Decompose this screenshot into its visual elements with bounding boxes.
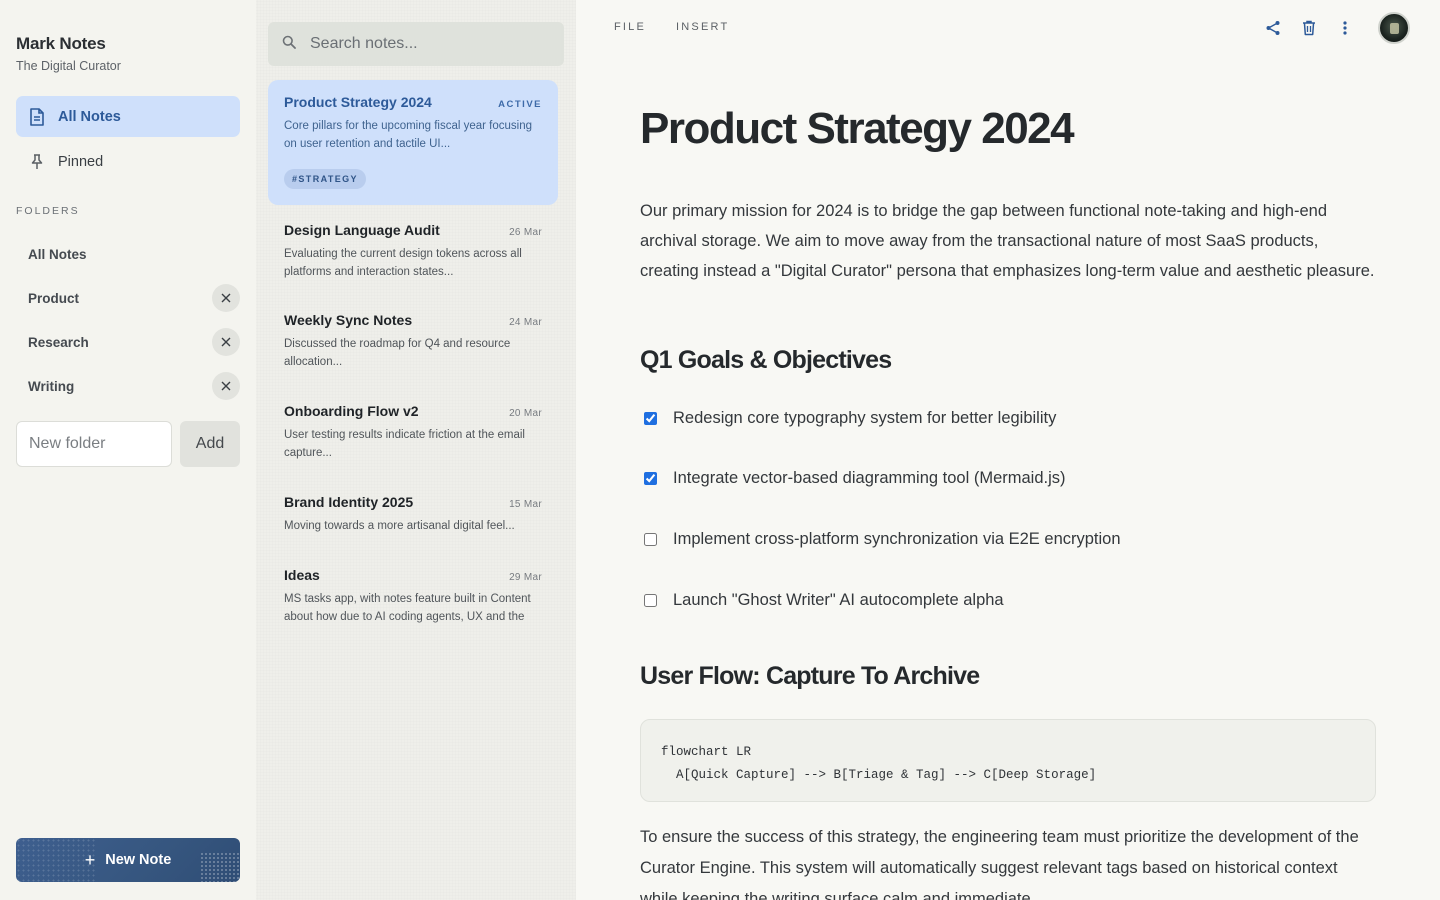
nav-pinned[interactable]: Pinned [16,141,240,182]
status-badge: ACTIVE [498,99,542,110]
task-item[interactable]: Launch "Ghost Writer" AI autocomplete al… [640,591,1004,610]
note-card[interactable]: Brand Identity 2025 15 Mar Moving toward… [268,494,558,536]
note-tag[interactable]: #STRATEGY [284,169,366,189]
task-checkbox[interactable] [644,533,657,546]
sidebar: Mark Notes The Digital Curator All Notes… [0,0,256,900]
document-intro[interactable]: Our primary mission for 2024 is to bridg… [640,196,1380,286]
note-title: Onboarding Flow v2 [284,403,419,419]
search-bar[interactable] [268,22,564,66]
folder-all-notes[interactable]: All Notes [16,238,240,270]
task-item[interactable]: Redesign core typography system for bett… [640,409,1056,428]
task-item[interactable]: Integrate vector-based diagramming tool … [640,469,1066,488]
note-card-active[interactable]: Product Strategy 2024 ACTIVE Core pillar… [268,80,558,205]
menu-file[interactable]: FILE [614,21,646,33]
app-subtitle: The Digital Curator [16,59,121,73]
note-card[interactable]: Onboarding Flow v2 20 Mar User testing r… [268,403,558,462]
close-icon[interactable] [212,284,240,312]
plus-icon: + [84,849,96,870]
task-checkbox[interactable] [644,472,657,485]
heading-user-flow[interactable]: User Flow: Capture To Archive [640,662,980,691]
folder-name: All Notes [28,246,87,262]
folder-name: Research [28,334,89,350]
document-icon [28,107,46,126]
note-card[interactable]: Ideas 29 Mar MS tasks app, with notes fe… [268,567,558,626]
task-text: Integrate vector-based diagramming tool … [673,469,1066,487]
note-excerpt: Moving towards a more artisanal digital … [284,520,515,532]
app-title: Mark Notes [16,34,106,53]
close-icon[interactable] [212,372,240,400]
task-item[interactable]: Implement cross-platform synchronization… [640,530,1121,549]
folder-writing[interactable]: Writing [16,370,240,402]
document-outro[interactable]: To ensure the success of this strategy, … [640,822,1370,900]
folder-name: Writing [28,378,75,394]
note-title: Ideas [284,567,320,583]
new-note-button[interactable]: + New Note [16,838,240,882]
task-text: Redesign core typography system for bett… [673,409,1057,427]
new-note-label: New Note [105,852,172,868]
new-folder-input[interactable] [16,421,172,467]
note-title: Design Language Audit [284,222,440,238]
note-title: Brand Identity 2025 [284,494,414,510]
editor: FILE INSERT Product Strategy 2024 Our pr… [576,0,1440,900]
nav-pinned-label: Pinned [58,153,104,170]
note-excerpt: User testing results indicate friction a… [284,429,525,459]
note-date: 26 Mar [509,227,542,238]
folder-name: Product [28,290,80,306]
nav-all-notes-label: All Notes [58,108,121,125]
task-checkbox[interactable] [644,594,657,607]
avatar[interactable] [1378,12,1410,44]
trash-icon[interactable] [1300,19,1318,37]
note-date: 29 Mar [509,572,542,583]
search-icon [282,35,296,54]
more-vertical-icon[interactable] [1336,19,1354,37]
share-icon[interactable] [1264,19,1282,37]
note-date: 24 Mar [509,317,542,328]
task-text: Launch "Ghost Writer" AI autocomplete al… [673,591,1004,609]
code-block[interactable]: flowchart LR A[Quick Capture] --> B[Tria… [640,719,1376,802]
editor-menu: FILE INSERT [614,21,729,33]
note-date: 15 Mar [509,499,542,510]
editor-toolbar [1264,12,1410,44]
note-title: Product Strategy 2024 [284,94,432,110]
note-excerpt: Evaluating the current design tokens acr… [284,248,522,278]
note-date: 20 Mar [509,408,542,419]
note-list: Product Strategy 2024 ACTIVE Core pillar… [256,0,576,900]
menu-insert[interactable]: INSERT [676,21,729,33]
note-title: Weekly Sync Notes [284,312,413,328]
pin-icon [28,153,46,171]
heading-goals[interactable]: Q1 Goals & Objectives [640,346,892,375]
document-title[interactable]: Product Strategy 2024 [640,104,1075,154]
search-input[interactable] [310,35,540,53]
folder-product[interactable]: Product [16,282,240,314]
close-icon[interactable] [212,328,240,356]
brand: Mark Notes The Digital Curator [16,34,121,73]
note-excerpt: Discussed the roadmap for Q4 and resourc… [284,338,511,368]
folders-label: FOLDERS [16,205,80,217]
add-folder-button[interactable]: Add [180,421,240,467]
nav-all-notes[interactable]: All Notes [16,96,240,137]
note-card[interactable]: Weekly Sync Notes 24 Mar Discussed the r… [268,312,558,371]
note-excerpt: Core pillars for the upcoming fiscal yea… [284,120,533,150]
note-excerpt: MS tasks app, with notes feature built i… [284,593,531,623]
note-card[interactable]: Design Language Audit 26 Mar Evaluating … [268,222,558,281]
task-text: Implement cross-platform synchronization… [673,530,1121,548]
task-checkbox[interactable] [644,412,657,425]
folder-research[interactable]: Research [16,326,240,358]
